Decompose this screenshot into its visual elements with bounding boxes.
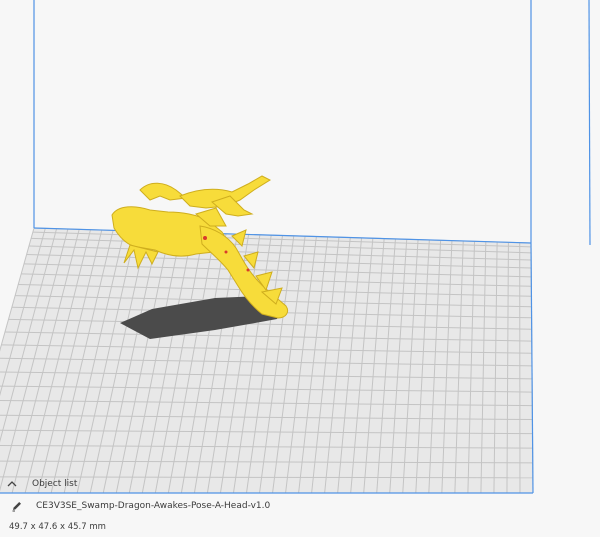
- object-list-header[interactable]: Object list: [6, 474, 77, 494]
- pencil-icon[interactable]: [10, 499, 24, 513]
- chevron-up-icon[interactable]: [6, 478, 18, 490]
- object-dimensions: 49.7 x 47.6 x 45.7 mm: [9, 522, 106, 532]
- object-list-label: Object list: [32, 479, 78, 489]
- object-name: CE3V3SE_Swamp-Dragon-Awakes-Pose-A-Head-…: [36, 501, 271, 511]
- 3d-viewport[interactable]: [0, 0, 600, 537]
- object-list-item[interactable]: CE3V3SE_Swamp-Dragon-Awakes-Pose-A-Head-…: [10, 496, 270, 516]
- build-plate-scene: [0, 0, 591, 494]
